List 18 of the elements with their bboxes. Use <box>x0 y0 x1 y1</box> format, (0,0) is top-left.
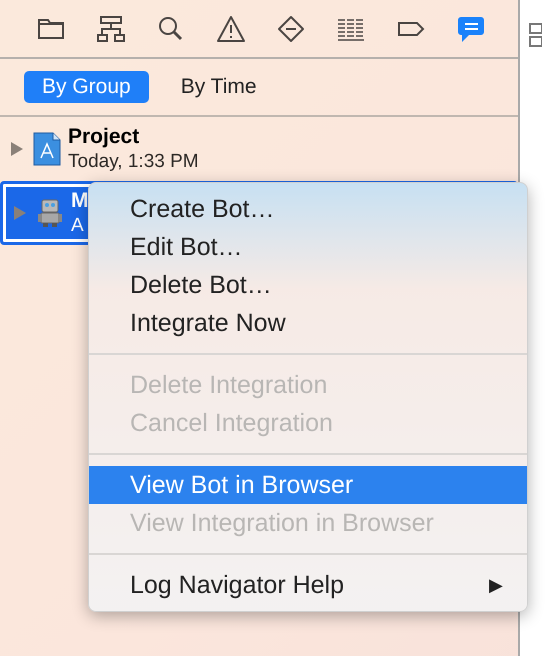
menu-item[interactable]: View Bot in Browser <box>89 466 527 504</box>
row-title: Project <box>68 125 140 149</box>
disclosure-triangle-icon[interactable] <box>10 141 24 157</box>
menu-item[interactable]: Edit Bot… <box>89 228 527 266</box>
menu-item[interactable]: Create Bot… <box>89 190 527 228</box>
segment-tab[interactable]: By Group <box>24 71 149 103</box>
menu-item[interactable]: Delete Bot… <box>89 266 527 304</box>
robot-icon <box>35 198 65 228</box>
menu-item[interactable]: Log Navigator Help ▶ <box>89 566 527 604</box>
row-subtitle: A <box>71 215 85 237</box>
bot-row[interactable]: Project Today, 1:33 PM <box>0 117 518 181</box>
row-subtitle: Today, 1:33 PM <box>68 151 199 173</box>
menu-item[interactable]: Integrate Now <box>89 304 527 342</box>
hierarchy-icon[interactable] <box>94 14 127 44</box>
segment-tab[interactable]: By Time <box>162 71 275 103</box>
document-icon <box>32 132 62 166</box>
warning-icon[interactable] <box>214 14 247 44</box>
row-title: M <box>71 189 88 213</box>
